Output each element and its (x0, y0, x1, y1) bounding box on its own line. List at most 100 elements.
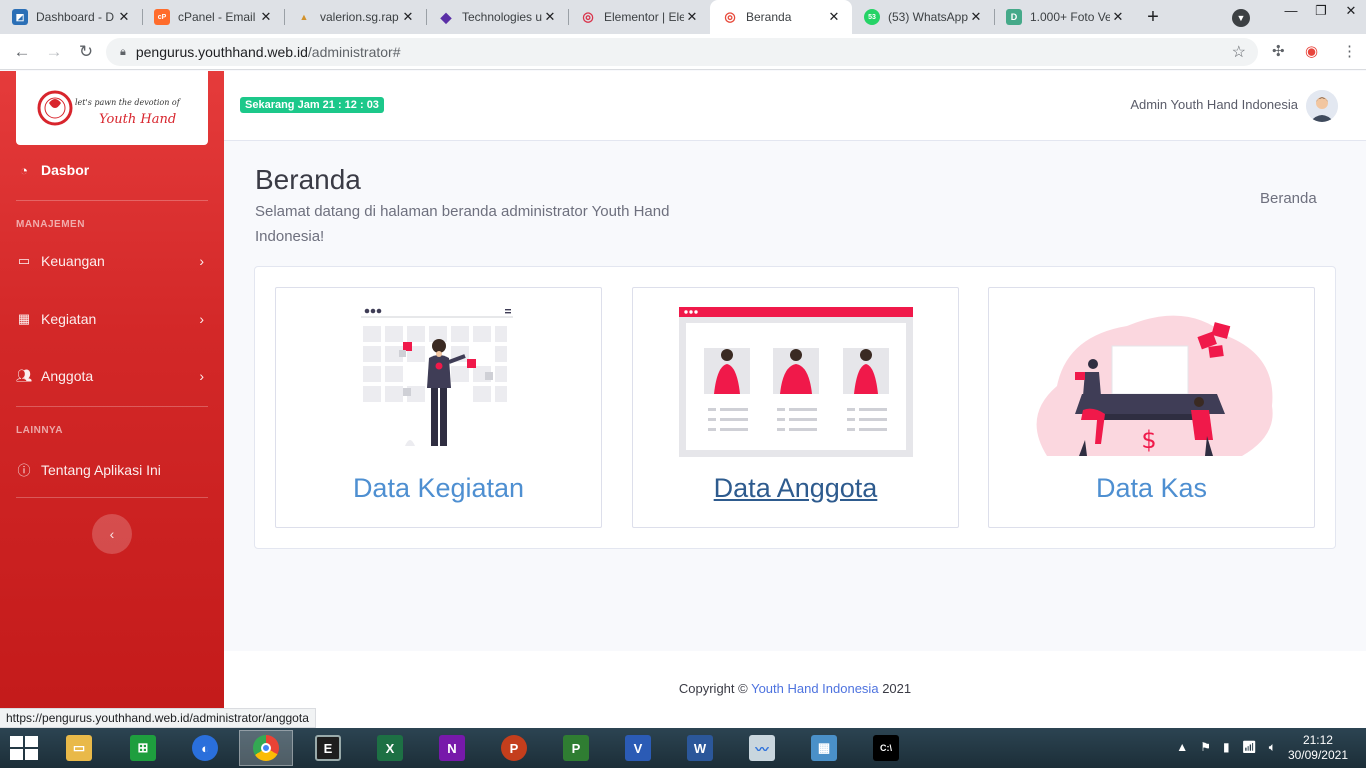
sidebar-divider (16, 497, 208, 498)
sidebar-divider (16, 406, 208, 407)
excel-icon[interactable]: X (363, 730, 417, 766)
user-name[interactable]: Admin Youth Hand Indonesia (1130, 97, 1298, 112)
breadcrumb[interactable]: Beranda (1260, 190, 1317, 207)
windows-start-icon[interactable] (10, 736, 38, 760)
browser-tab[interactable]: cP cPanel - Email ✕ (142, 0, 284, 34)
browser-tab[interactable]: ◆ Technologies u ✕ (426, 0, 568, 34)
word-icon[interactable]: W (673, 730, 727, 766)
lock-icon[interactable]: 🔒︎ (120, 46, 126, 59)
sidebar-item-keuangan[interactable]: ▭ Keuangan › (16, 253, 208, 269)
youth-hand-logo-icon: let's pawn the devotion of Youth Hand (37, 90, 182, 127)
tab-close-icon[interactable]: ✕ (542, 9, 558, 25)
powerpoint-icon[interactable]: P (487, 730, 541, 766)
card-data-kegiatan[interactable]: Data Kegiatan (275, 287, 602, 528)
file-explorer-icon[interactable]: ▭ (52, 730, 106, 766)
taskbar: ▭ ⊞ ◐ E X N P P V W 〰 ▦ C:\ ▲ ⚑ ▮ 📶︎ 🔈︎ … (0, 728, 1366, 768)
visio-icon[interactable]: V (611, 730, 665, 766)
browser-toolbar: ← → ↻ 🔒︎ pengurus.youthhand.web.id/admin… (0, 34, 1366, 70)
member-profiles-illustration-icon (678, 307, 913, 457)
tab-close-icon[interactable]: ✕ (1110, 9, 1126, 25)
browser-tab-strip: ◩ Dashboard - D ✕ cP cPanel - Email ✕ ▲ … (0, 0, 1366, 34)
network-signal-icon[interactable]: 📶︎ (1242, 740, 1257, 755)
reload-icon[interactable]: ↻ (70, 42, 102, 62)
new-tab-button[interactable]: + (1136, 0, 1170, 34)
tab-favicon-icon: cP (154, 9, 170, 25)
sidebar: let's pawn the devotion of Youth Hand ◔ … (0, 71, 224, 728)
command-prompt-icon[interactable]: C:\ (859, 730, 913, 766)
profile-extension-icon[interactable]: ◉ (1305, 42, 1318, 60)
card-data-anggota[interactable]: Data Anggota (632, 287, 959, 528)
project-icon[interactable]: P (549, 730, 603, 766)
tab-title: Beranda (746, 10, 792, 24)
browser-tab[interactable]: ◎ Elementor | Ele ✕ (568, 0, 710, 34)
svg-text:$: $ (1141, 426, 1156, 454)
member-figure (772, 348, 819, 431)
sidebar-divider (16, 200, 208, 201)
tab-close-icon[interactable]: ✕ (826, 9, 842, 25)
onenote-icon[interactable]: N (425, 730, 479, 766)
footer-brand-link[interactable]: Youth Hand Indonesia (751, 681, 878, 696)
store-app-icon[interactable]: ⊞ (116, 730, 170, 766)
task-manager-icon[interactable]: 〰 (735, 730, 789, 766)
sidebar-item-label: Tentang Aplikasi Ini (41, 461, 161, 478)
sidebar-item-kegiatan[interactable]: ▦ Kegiatan › (16, 311, 208, 327)
firefox-icon[interactable]: ◐ (178, 730, 232, 766)
control-panel-icon[interactable]: ▦ (797, 730, 851, 766)
tab-favicon-icon: ◎ (724, 9, 736, 24)
close-window-icon[interactable]: ✕ (1336, 0, 1366, 34)
browser-tab[interactable]: D 1.000+ Foto Ve ✕ (994, 0, 1136, 34)
chevron-left-icon: ‹ (109, 526, 115, 542)
money-icon: ▭ (17, 253, 31, 268)
card-label[interactable]: Data Anggota (633, 473, 958, 504)
bookmark-star-icon[interactable]: ☆ (1232, 42, 1246, 62)
browser-tab-active[interactable]: ◎ Beranda ✕ (710, 0, 852, 34)
chevron-right-icon: › (199, 368, 204, 384)
clock-badge: Sekarang Jam 21 : 12 : 03 (240, 97, 384, 113)
taskbar-clock[interactable]: 21:12 30/09/2021 (1288, 733, 1348, 763)
sidebar-item-about[interactable]: ⓘ Tentang Aplikasi Ini (16, 460, 208, 479)
calendar-icon: ▦ (17, 311, 31, 326)
tab-search-icon[interactable]: ▼ (1232, 9, 1250, 27)
tab-close-icon[interactable]: ✕ (968, 9, 984, 25)
chrome-icon[interactable] (239, 730, 293, 766)
info-icon: ⓘ (17, 463, 31, 478)
show-hidden-icons-icon[interactable]: ▲ (1176, 740, 1188, 755)
volume-icon[interactable]: 🔈︎ (1269, 740, 1276, 755)
battery-icon[interactable]: ▮ (1223, 740, 1230, 755)
tab-title: cPanel - Email (178, 10, 256, 24)
restore-icon[interactable]: ❐ (1306, 0, 1336, 34)
tab-close-icon[interactable]: ✕ (400, 9, 416, 25)
browser-tab[interactable]: 53 (53) WhatsApp ✕ (852, 0, 994, 34)
card-label[interactable]: Data Kegiatan (276, 473, 601, 504)
editor-app-icon[interactable]: E (301, 730, 355, 766)
minimize-icon[interactable]: — (1276, 0, 1306, 34)
tab-favicon-icon: 53 (864, 9, 880, 25)
tab-title: Dashboard - D (36, 10, 115, 24)
forward-icon[interactable]: → (38, 42, 70, 62)
tab-close-icon[interactable]: ✕ (116, 9, 132, 25)
avatar[interactable] (1306, 90, 1338, 122)
footer: Copyright © Youth Hand Indonesia 2021 (224, 651, 1366, 728)
address-bar[interactable]: 🔒︎ pengurus.youthhand.web.id/administrat… (106, 38, 1258, 66)
topbar: Sekarang Jam 21 : 12 : 03 Admin Youth Ha… (224, 71, 1366, 141)
card-label[interactable]: Data Kas (989, 473, 1314, 504)
copyright-year: 2021 (882, 681, 912, 696)
browser-tab[interactable]: ▲ valerion.sg.rap ✕ (284, 0, 426, 34)
sidebar-toggle-button[interactable]: ‹ (92, 514, 132, 554)
tab-close-icon[interactable]: ✕ (258, 9, 274, 25)
sidebar-item-dashboard[interactable]: ◔ Dasbor (16, 162, 208, 178)
tab-favicon-icon: ◎ (582, 9, 594, 24)
sidebar-heading: LAINNYA (16, 425, 64, 436)
back-icon[interactable]: ← (6, 42, 38, 62)
menu-dots-icon[interactable]: ⋮ (1342, 42, 1357, 60)
action-flag-icon[interactable]: ⚑ (1200, 740, 1211, 755)
brand-logo[interactable]: let's pawn the devotion of Youth Hand (16, 71, 208, 145)
extensions-icon[interactable]: ✣ (1272, 42, 1285, 60)
card-data-kas[interactable]: $ Data Kas (988, 287, 1315, 528)
svg-text:Youth Hand: Youth Hand (99, 112, 176, 127)
browser-tab[interactable]: ◩ Dashboard - D ✕ (0, 0, 142, 34)
tab-title: Elementor | Ele (604, 10, 684, 24)
tab-favicon-icon: D (1006, 9, 1022, 25)
sidebar-item-anggota[interactable]: 👥︎ Anggota › (16, 368, 208, 384)
tab-close-icon[interactable]: ✕ (684, 9, 700, 25)
